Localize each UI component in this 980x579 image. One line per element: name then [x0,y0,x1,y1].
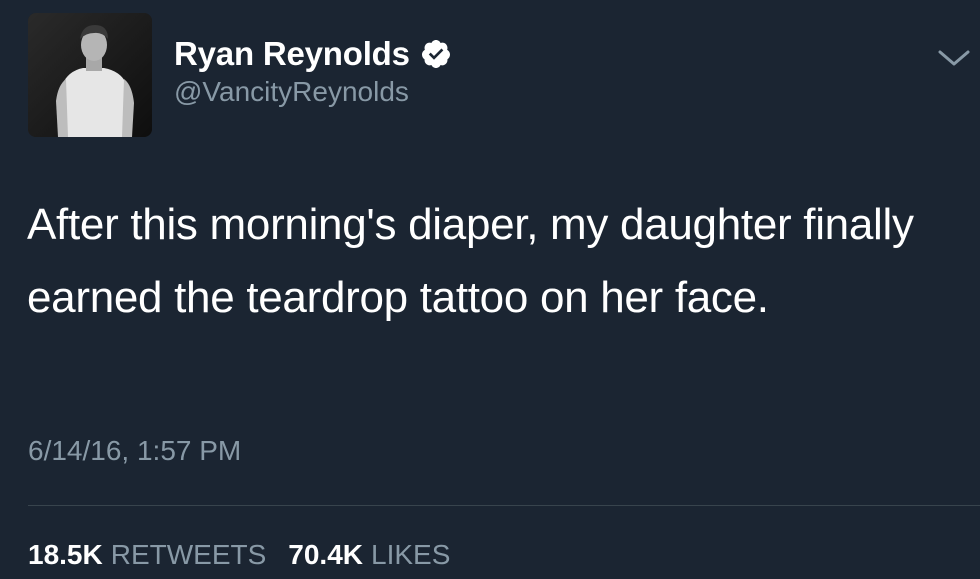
retweets-label: RETWEETS [110,539,267,570]
avatar[interactable] [28,13,152,137]
tweet-stats: 18.5K RETWEETS 70.4K LIKES [28,539,472,571]
retweets-count: 18.5K [28,539,103,570]
display-name[interactable]: Ryan Reynolds [174,35,410,73]
chevron-down-icon[interactable] [932,42,976,72]
verified-badge-icon [420,38,452,70]
tweet-timestamp[interactable]: 6/14/16, 1:57 PM [28,435,241,467]
author-handle[interactable]: @VancityReynolds [174,76,409,108]
tweet-text: After this morning's diaper, my daughter… [27,200,914,322]
author-name-row: Ryan Reynolds [174,32,452,76]
divider [28,505,980,506]
retweets-stat[interactable]: 18.5K RETWEETS [28,539,266,571]
avatar-photo [28,13,152,137]
likes-stat[interactable]: 70.4K LIKES [288,539,450,571]
likes-count: 70.4K [288,539,363,570]
tweet-card: Ryan Reynolds @VancityReynolds After thi… [0,0,980,579]
likes-label: LIKES [371,539,451,570]
